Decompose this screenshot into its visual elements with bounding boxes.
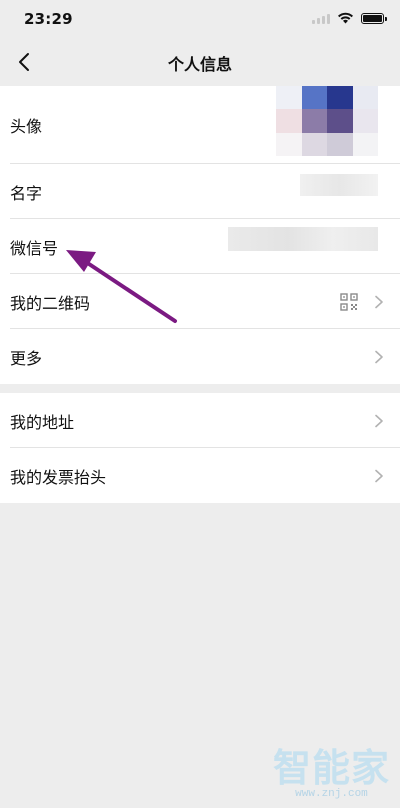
status-bar: 23:29 (0, 0, 400, 40)
invoice-title-row[interactable]: 我的发票抬头 (0, 448, 400, 503)
chevron-right-icon (375, 414, 383, 427)
chevron-right-icon (375, 350, 383, 363)
wifi-icon (338, 12, 353, 24)
avatar-label: 头像 (10, 117, 43, 136)
qr-code-row[interactable]: 我的二维码 (0, 274, 400, 329)
more-row[interactable]: 更多 (0, 329, 400, 384)
name-value-blurred (300, 174, 378, 196)
address-section: 我的地址 我的发票抬头 (0, 393, 400, 503)
chevron-right-icon (375, 469, 383, 482)
battery-icon (361, 12, 387, 24)
invoice-title-label: 我的发票抬头 (10, 467, 107, 487)
avatar-image-blurred[interactable] (276, 86, 378, 156)
qr-code-icon (340, 292, 358, 311)
nav-bar: 个人信息 (0, 40, 400, 84)
wechat-id-label: 微信号 (10, 238, 59, 258)
my-address-row[interactable]: 我的地址 (0, 393, 400, 448)
chevron-right-icon (375, 295, 383, 308)
wechat-id-value-blurred (228, 227, 378, 251)
status-icons (312, 12, 387, 24)
watermark: 智能家 www.znj.com (273, 748, 390, 800)
my-address-label: 我的地址 (10, 412, 75, 432)
qr-code-label: 我的二维码 (10, 293, 91, 313)
name-label: 名字 (10, 183, 43, 203)
more-label: 更多 (10, 348, 43, 368)
watermark-logo: 智能家 (272, 746, 390, 790)
page-title: 个人信息 (167, 55, 232, 74)
status-time: 23:29 (24, 10, 73, 28)
signal-icon (312, 13, 330, 24)
